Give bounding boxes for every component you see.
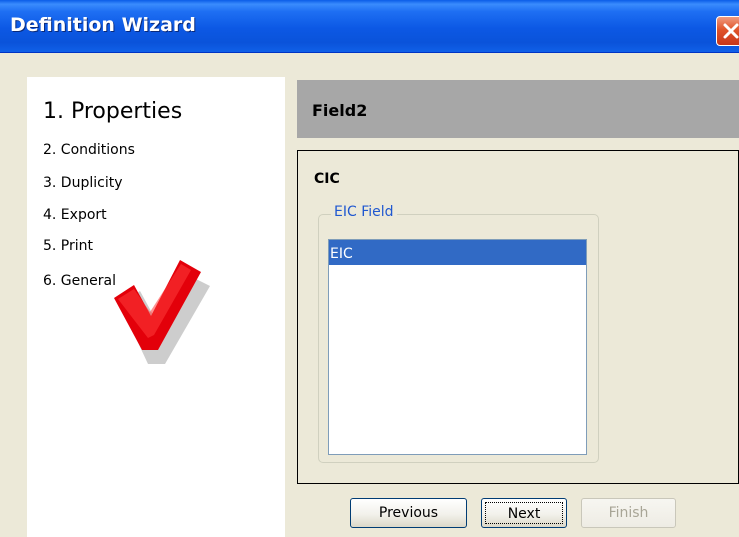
- next-button[interactable]: Next: [481, 498, 567, 528]
- close-button[interactable]: [716, 16, 739, 46]
- next-button-label: Next: [485, 502, 563, 524]
- finish-button[interactable]: Finish: [581, 498, 676, 528]
- title-bar[interactable]: Definition Wizard: [0, 0, 739, 53]
- list-item[interactable]: EIC: [329, 240, 586, 265]
- step-duplicity: 3. Duplicity: [43, 175, 123, 191]
- field-name: Field2: [312, 101, 368, 120]
- window-title: Definition Wizard: [10, 14, 196, 36]
- close-icon: [723, 23, 739, 39]
- section-title: CIC: [314, 171, 340, 187]
- previous-button[interactable]: Previous: [350, 498, 467, 528]
- red-checkmark-icon: [114, 260, 210, 364]
- field-header: Field2: [297, 80, 739, 138]
- step-conditions: 2. Conditions: [43, 142, 135, 158]
- step-properties: 1. Properties: [43, 99, 183, 124]
- eic-field-group: EIC Field EIC: [318, 204, 599, 463]
- eic-field-list[interactable]: EIC: [328, 239, 587, 455]
- step-print: 5. Print: [43, 238, 94, 254]
- field-properties-box: CIC EIC Field EIC: [297, 150, 739, 484]
- group-label: EIC Field: [331, 204, 397, 220]
- step-export: 4. Export: [43, 207, 107, 223]
